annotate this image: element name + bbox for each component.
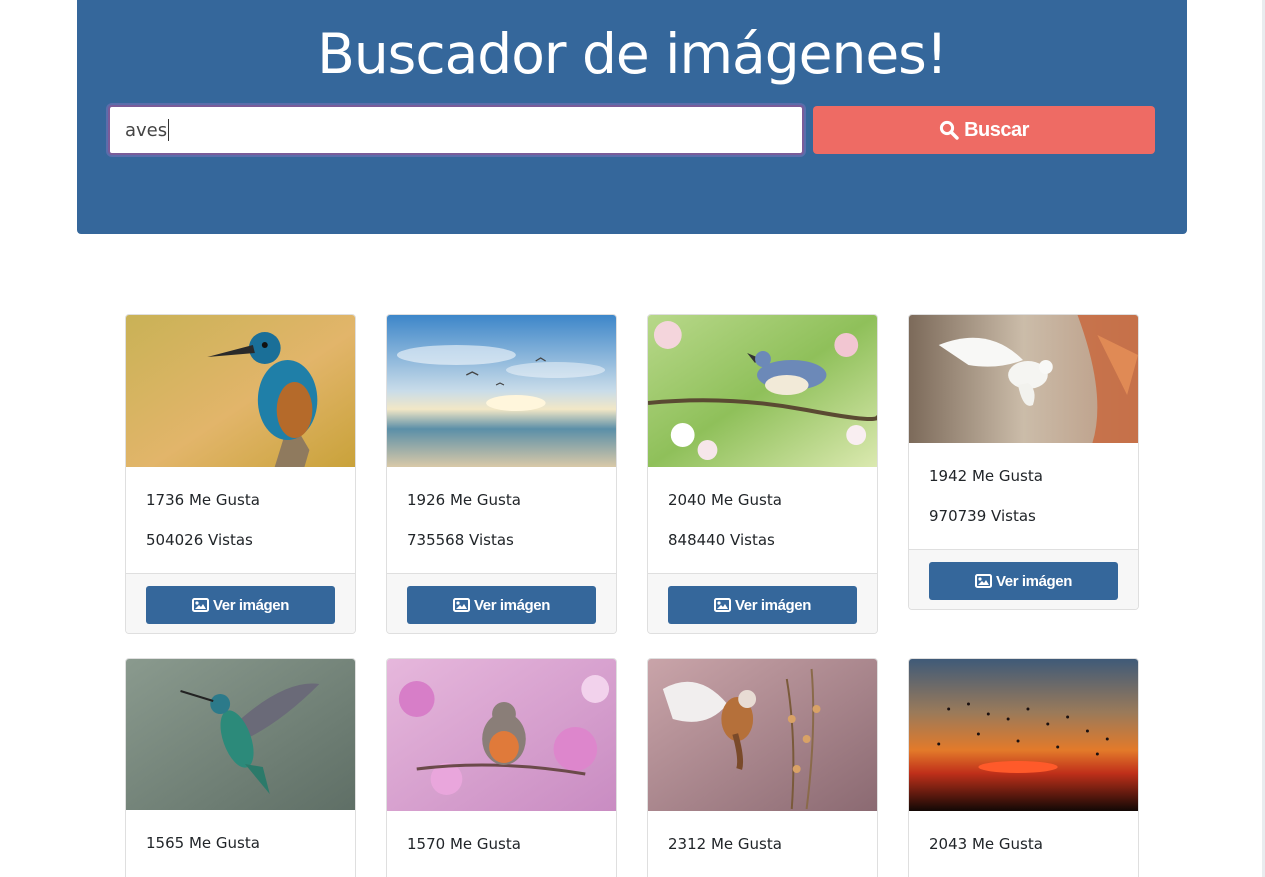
- view-image-button[interactable]: Ver imágen: [668, 586, 857, 624]
- likes-count: 1942 Me Gusta: [929, 467, 1043, 485]
- result-card: 2040 Me Gusta 848440 Vistas Ver imágen: [647, 314, 878, 634]
- result-image: [126, 659, 355, 810]
- result-card: 2312 Me Gusta: [647, 658, 878, 877]
- views-count: 735568 Vistas: [407, 531, 514, 549]
- result-card: 1570 Me Gusta: [386, 658, 617, 877]
- view-image-label: Ver imágen: [734, 596, 812, 614]
- view-image-button[interactable]: Ver imágen: [407, 586, 596, 624]
- result-stats: 2040 Me Gusta 848440 Vistas: [648, 467, 877, 573]
- search-button[interactable]: Buscar: [813, 106, 1155, 154]
- views-count: 970739 Vistas: [929, 507, 1036, 525]
- view-image-button[interactable]: Ver imágen: [929, 562, 1118, 600]
- image-icon: [191, 598, 209, 612]
- view-image-label: Ver imágen: [473, 596, 551, 614]
- result-image: [909, 315, 1138, 443]
- text-caret: [168, 119, 170, 141]
- result-image: [648, 315, 877, 467]
- card-footer: Ver imágen: [126, 573, 355, 633]
- search-header: Buscador de imágenes! aves Buscar: [77, 0, 1187, 234]
- result-image: [126, 315, 355, 467]
- result-card: 1942 Me Gusta 970739 Vistas Ver imágen: [908, 314, 1139, 610]
- result-card: 1926 Me Gusta 735568 Vistas Ver imágen: [386, 314, 617, 634]
- search-icon: [939, 120, 959, 140]
- likes-count: 1570 Me Gusta: [407, 835, 521, 853]
- result-card: 2043 Me Gusta: [908, 658, 1139, 877]
- view-image-button[interactable]: Ver imágen: [146, 586, 335, 624]
- result-stats: 1570 Me Gusta: [387, 811, 616, 853]
- likes-count: 1926 Me Gusta: [407, 491, 521, 509]
- card-footer: Ver imágen: [648, 573, 877, 633]
- likes-count: 2312 Me Gusta: [668, 835, 782, 853]
- result-stats: 1926 Me Gusta 735568 Vistas: [387, 467, 616, 573]
- result-image: [909, 659, 1138, 811]
- result-stats: 2043 Me Gusta: [909, 811, 1138, 853]
- result-image: [387, 315, 616, 467]
- search-button-label: Buscar: [964, 118, 1029, 141]
- card-footer: Ver imágen: [909, 549, 1138, 609]
- image-icon: [452, 598, 470, 612]
- result-card: 1736 Me Gusta 504026 Vistas Ver imágen: [125, 314, 356, 634]
- likes-count: 1565 Me Gusta: [146, 834, 260, 852]
- result-card: 1565 Me Gusta: [125, 658, 356, 877]
- card-footer: Ver imágen: [387, 573, 616, 633]
- result-stats: 1736 Me Gusta 504026 Vistas: [126, 467, 355, 573]
- result-stats: 1942 Me Gusta 970739 Vistas: [909, 443, 1138, 549]
- result-image: [648, 659, 877, 811]
- view-image-label: Ver imágen: [995, 572, 1073, 590]
- image-icon: [974, 574, 992, 588]
- page-title: Buscador de imágenes!: [317, 22, 948, 86]
- views-count: 848440 Vistas: [668, 531, 775, 549]
- result-image: [387, 659, 616, 811]
- search-input[interactable]: aves: [108, 105, 804, 155]
- likes-count: 1736 Me Gusta: [146, 491, 260, 509]
- result-stats: 2312 Me Gusta: [648, 811, 877, 853]
- search-input-value: aves: [125, 119, 168, 141]
- views-count: 504026 Vistas: [146, 531, 253, 549]
- likes-count: 2043 Me Gusta: [929, 835, 1043, 853]
- view-image-label: Ver imágen: [212, 596, 290, 614]
- result-stats: 1565 Me Gusta: [126, 810, 355, 852]
- image-icon: [713, 598, 731, 612]
- likes-count: 2040 Me Gusta: [668, 491, 782, 509]
